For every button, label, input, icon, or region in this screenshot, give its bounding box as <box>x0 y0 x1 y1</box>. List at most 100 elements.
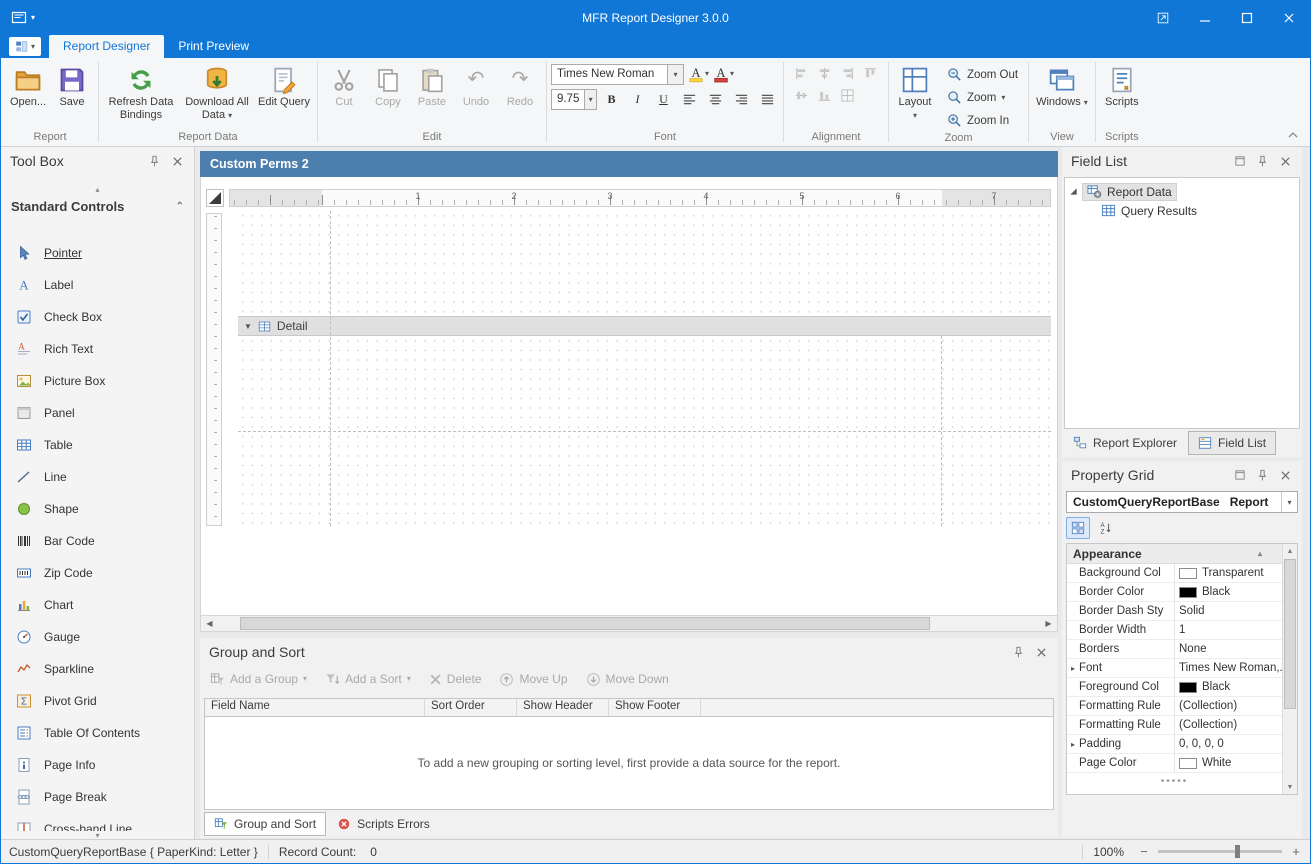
minimize-button[interactable] <box>1184 1 1226 35</box>
scripts-button[interactable]: Scripts <box>1100 60 1144 110</box>
collapse-ribbon-button[interactable] <box>1284 127 1302 143</box>
property-row-foreground-col-6[interactable]: Foreground ColBlack <box>1067 678 1282 697</box>
object-selector-caret-icon[interactable]: ▾ <box>1281 492 1297 512</box>
highlight-color-button[interactable]: A▾ <box>687 63 709 85</box>
close-panel-icon[interactable] <box>1034 645 1049 660</box>
al-left-button[interactable] <box>794 66 809 84</box>
category-appearance[interactable]: Appearance▴ <box>1067 544 1282 564</box>
tab-field-list[interactable]: Field List <box>1188 431 1276 455</box>
al-center-button[interactable] <box>817 66 832 84</box>
align-text-center-button[interactable] <box>704 88 727 110</box>
quick-access-caret-icon[interactable]: ▾ <box>31 14 35 22</box>
save-button[interactable]: Save <box>50 60 94 110</box>
pin-icon[interactable] <box>147 154 162 169</box>
font-color-caret-icon[interactable]: ▾ <box>730 70 734 78</box>
toolbox-item-sparkline[interactable]: Sparkline <box>1 653 194 685</box>
report-corner-button[interactable] <box>206 189 224 207</box>
object-selector-combo[interactable]: CustomQueryReportBase Report ▾ <box>1066 491 1298 513</box>
column-header-sort-order[interactable]: Sort Order <box>425 699 517 716</box>
app-logo-icon[interactable] <box>11 10 27 26</box>
undo-button[interactable]: ↶Undo <box>454 60 498 110</box>
bold-button[interactable]: B <box>600 88 623 110</box>
property-row-formatting-rule-7[interactable]: Formatting Rule(Collection) <box>1067 697 1282 716</box>
copy-button[interactable]: Copy <box>366 60 410 110</box>
scrollbar-thumb[interactable] <box>1284 559 1296 709</box>
toolbox-item-line[interactable]: Line <box>1 461 194 493</box>
maximize-panel-icon[interactable] <box>1232 468 1247 483</box>
toolbox-scroll-up[interactable]: ▴ <box>1 185 194 195</box>
justify-text-button[interactable] <box>756 88 779 110</box>
property-row-formatting-rule-8[interactable]: Formatting Rule(Collection) <box>1067 716 1282 735</box>
cut-button[interactable]: Cut <box>322 60 366 110</box>
detail-band-header[interactable]: ▼ Detail <box>238 316 1051 336</box>
maximize-button[interactable] <box>1226 1 1268 35</box>
windows-button[interactable]: Windows ▾ <box>1033 60 1091 110</box>
zoom-plus-button[interactable]: + <box>1290 844 1302 859</box>
font-color-button[interactable]: A▾ <box>712 63 734 85</box>
maximize-panel-icon[interactable] <box>1232 154 1247 169</box>
alphabetical-sort-button[interactable]: AZ <box>1094 517 1118 539</box>
toolbox-item-table-of-contents[interactable]: Table Of Contents <box>1 717 194 749</box>
toolbox-item-bar-code[interactable]: Bar Code <box>1 525 194 557</box>
al-bottom-button[interactable] <box>817 88 832 106</box>
underline-button[interactable]: U <box>652 88 675 110</box>
toolbox-item-gauge[interactable]: Gauge <box>1 621 194 653</box>
toolbox-item-chart[interactable]: Chart <box>1 589 194 621</box>
toolbox-item-panel[interactable]: Panel <box>1 397 194 429</box>
align-text-left-button[interactable] <box>678 88 701 110</box>
delete-button[interactable]: Delete <box>429 672 482 686</box>
property-row-page-color-10[interactable]: Page ColorWhite <box>1067 754 1282 773</box>
italic-button[interactable]: I <box>626 88 649 110</box>
highlight-caret-icon[interactable]: ▾ <box>705 70 709 78</box>
property-row-font-5[interactable]: ▸FontTimes New Roman,... <box>1067 659 1282 678</box>
paste-button[interactable]: Paste <box>410 60 454 110</box>
property-row-border-color-1[interactable]: Border ColorBlack <box>1067 583 1282 602</box>
al-grid-button[interactable] <box>840 88 855 106</box>
redo-button[interactable]: ↷Redo <box>498 60 542 110</box>
scroll-down-icon[interactable]: ▼ <box>1283 780 1297 794</box>
close-panel-icon[interactable] <box>1278 468 1293 483</box>
toolbox-item-page-info[interactable]: Page Info <box>1 749 194 781</box>
scroll-left-icon[interactable]: ◀ <box>201 619 218 628</box>
edit-query-button[interactable]: Edit Query <box>255 60 313 110</box>
zoom-slider[interactable] <box>1158 850 1282 853</box>
font-size-caret-icon[interactable]: ▾ <box>584 90 596 109</box>
close-panel-icon[interactable] <box>1278 154 1293 169</box>
toolbox-item-rich-text[interactable]: ARich Text <box>1 333 194 365</box>
open-button[interactable]: Open... <box>6 60 50 110</box>
property-row-borders-4[interactable]: BordersNone <box>1067 640 1282 659</box>
tab-print-preview[interactable]: Print Preview <box>164 35 263 58</box>
al-right-button[interactable] <box>840 66 855 84</box>
popout-button[interactable] <box>1142 1 1184 35</box>
zoom-slider-thumb[interactable] <box>1235 845 1240 858</box>
section-collapse-icon[interactable]: ⌃ <box>176 201 184 212</box>
layout-button[interactable]: Layout▾ <box>893 60 937 122</box>
align-text-right-button[interactable] <box>730 88 753 110</box>
column-header-field-name[interactable]: Field Name <box>205 699 425 716</box>
font-name-combo[interactable]: Times New Roman▾ <box>551 64 684 85</box>
font-size-combo[interactable]: 9.75▾ <box>551 89 597 110</box>
category-collapse-icon[interactable]: ▴ <box>1258 549 1262 558</box>
tree-node-report-data[interactable]: Report Data <box>1065 182 1299 201</box>
add-group-button[interactable]: Add a Group▾ <box>210 672 307 687</box>
scroll-up-icon[interactable]: ▲ <box>1283 544 1297 558</box>
tab-report-designer[interactable]: Report Designer <box>49 35 164 58</box>
property-row-border-dash-sty-2[interactable]: Border Dash StySolid <box>1067 602 1282 621</box>
pin-icon[interactable] <box>1255 154 1270 169</box>
refresh-data-bindings-button[interactable]: Refresh Data Bindings <box>103 60 179 122</box>
font-name-caret-icon[interactable]: ▾ <box>667 65 683 84</box>
pin-icon[interactable] <box>1255 468 1270 483</box>
toolbox-item-page-break[interactable]: Page Break <box>1 781 194 813</box>
zoom-minus-button[interactable]: − <box>1138 844 1150 859</box>
property-row-background-col-0[interactable]: Background ColTransparent <box>1067 564 1282 583</box>
column-header-show-header[interactable]: Show Header <box>517 699 609 716</box>
toolbox-item-picture-box[interactable]: Picture Box <box>1 365 194 397</box>
top-margin-band[interactable] <box>238 211 1051 316</box>
toolbox-item-shape[interactable]: Shape <box>1 493 194 525</box>
tab-group-and-sort[interactable]: Group and Sort <box>204 812 326 836</box>
property-row-padding-9[interactable]: ▸Padding0, 0, 0, 0 <box>1067 735 1282 754</box>
expand-icon[interactable]: ▸ <box>1067 664 1079 673</box>
band-collapse-icon[interactable]: ▼ <box>244 322 252 331</box>
al-top-button[interactable] <box>863 66 878 84</box>
column-header-show-footer[interactable]: Show Footer <box>609 699 701 716</box>
